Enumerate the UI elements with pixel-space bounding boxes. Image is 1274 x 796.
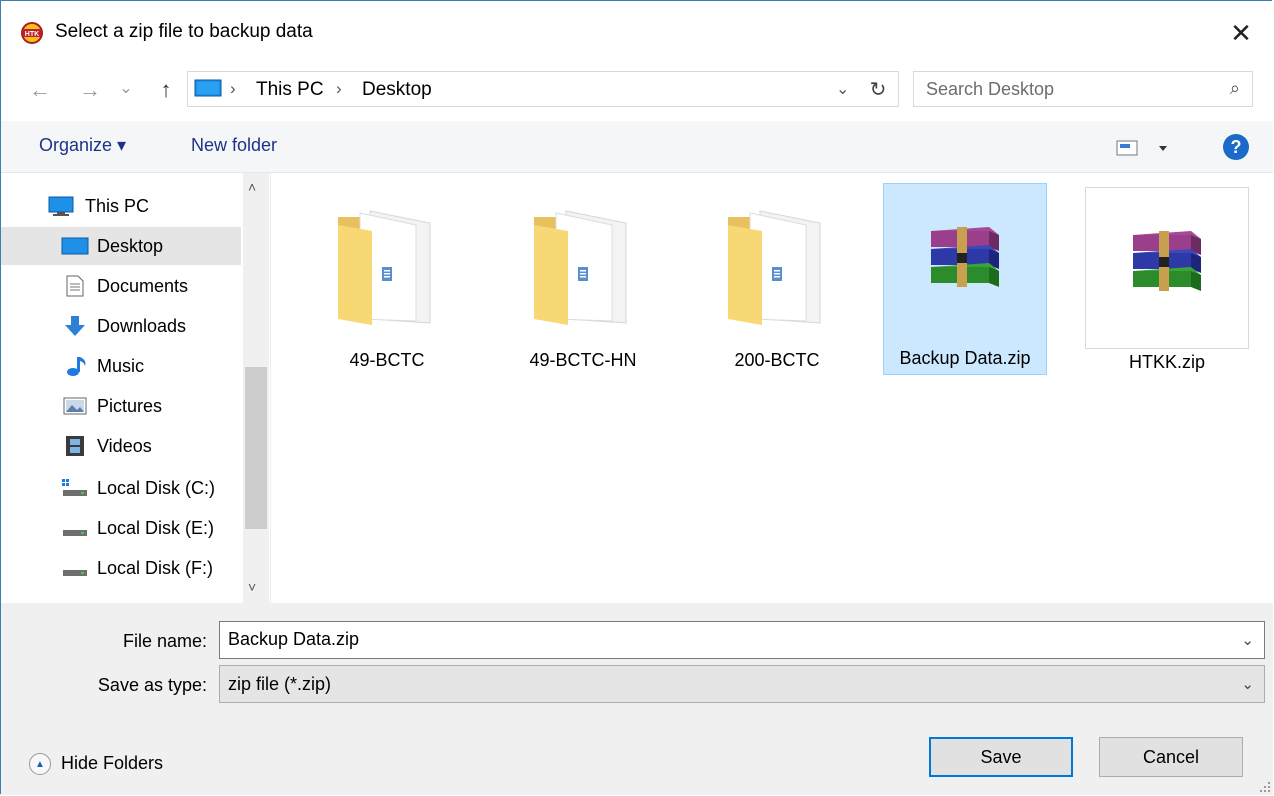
close-icon: ✕ xyxy=(1230,17,1252,48)
sidebar-item-local-disk-f[interactable]: Local Disk (F:) xyxy=(1,549,241,587)
back-arrow-icon: ← xyxy=(29,77,51,102)
cancel-button[interactable]: Cancel xyxy=(1099,737,1243,777)
chevron-down-icon[interactable]: ⌄ xyxy=(1241,631,1254,649)
breadcrumb-separator: › xyxy=(230,79,236,98)
file-name: 200-BCTC xyxy=(734,350,820,370)
save-dialog: HTK Select a zip file to backup data ✕ ←… xyxy=(0,0,1273,795)
folder-icon xyxy=(534,210,627,325)
window-title: Select a zip file to backup data xyxy=(55,21,313,42)
search-icon[interactable]: ⌕ xyxy=(1230,78,1240,99)
sidebar-item-videos[interactable]: Videos xyxy=(1,427,241,465)
drive-c-icon xyxy=(62,479,87,496)
winrar-archive-icon xyxy=(1133,231,1201,291)
desktop-icon xyxy=(194,79,222,97)
file-name: HTKK.zip xyxy=(1128,352,1206,372)
forward-button[interactable]: → xyxy=(77,77,103,103)
file-name-combobox[interactable]: ⌄ xyxy=(219,621,1265,659)
dialog-footer: File name: ⌄ Save as type: zip file (*.z… xyxy=(1,603,1273,795)
file-item-folder[interactable]: 49-BCTC-HN xyxy=(501,185,665,377)
breadcrumb-this-pc[interactable]: This PC xyxy=(256,79,324,101)
new-folder-button[interactable]: New folder xyxy=(191,135,277,156)
file-name: 49-BCTC xyxy=(349,350,425,370)
winrar-archive-icon xyxy=(931,227,999,287)
navigation-bar: ← → ⌄ ↑ › This PC › Desktop ⌄ ↻ ⌕ xyxy=(1,65,1273,121)
sidebar-item-label: Downloads xyxy=(97,316,187,336)
file-name: 49-BCTC-HN xyxy=(529,350,637,370)
sidebar-item-downloads[interactable]: Downloads xyxy=(1,307,241,345)
back-button[interactable]: ← xyxy=(27,77,53,103)
scroll-up-icon[interactable]: ˄ xyxy=(248,179,256,195)
folder-icon xyxy=(338,210,431,325)
svg-text:HTK: HTK xyxy=(25,31,39,38)
sidebar-item-label: Local Disk (F:) xyxy=(97,558,214,578)
file-name: Backup Data.zip xyxy=(899,348,1031,368)
file-name-input[interactable] xyxy=(228,629,1208,650)
collapse-up-icon: ▲ xyxy=(29,753,51,775)
resize-grip-icon[interactable] xyxy=(1259,781,1271,793)
documents-icon xyxy=(66,275,84,297)
scroll-down-icon[interactable]: ˅ xyxy=(248,579,256,595)
recent-locations-button[interactable]: ⌄ xyxy=(113,75,139,101)
desktop-icon xyxy=(61,237,89,255)
sidebar-item-pictures[interactable]: Pictures xyxy=(1,387,241,425)
pc-icon xyxy=(48,196,74,216)
close-button[interactable]: ✕ xyxy=(1223,15,1259,51)
breadcrumb-desktop[interactable]: Desktop xyxy=(362,79,432,101)
sidebar-item-label: This PC xyxy=(85,196,150,216)
sidebar-item-label: Desktop xyxy=(97,236,164,256)
save-type-select[interactable]: zip file (*.zip) ⌄ xyxy=(219,665,1265,703)
sidebar-item-this-pc[interactable]: This PC xyxy=(1,187,241,225)
sidebar-item-label: Music xyxy=(97,356,145,376)
address-dropdown-icon[interactable]: ⌄ xyxy=(836,79,849,99)
file-name-label: File name: xyxy=(122,631,207,651)
address-bar[interactable]: › This PC › Desktop ⌄ ↻ xyxy=(187,71,899,107)
music-icon xyxy=(67,357,86,376)
breadcrumb-separator: › xyxy=(336,79,342,98)
sidebar-item-label: Pictures xyxy=(97,396,163,416)
sidebar-scrollbar[interactable]: ˄ ˅ xyxy=(243,173,269,603)
sidebar-item-label: Local Disk (C:) xyxy=(97,478,216,498)
file-item-zip-selected[interactable]: Backup Data.zip xyxy=(883,183,1047,375)
title-bar: HTK Select a zip file to backup data ✕ xyxy=(1,1,1273,65)
folder-icon xyxy=(728,210,821,325)
search-input[interactable] xyxy=(926,78,1196,100)
app-icon: HTK xyxy=(21,22,43,44)
help-icon: ? xyxy=(1230,136,1242,157)
sidebar-item-label: Videos xyxy=(97,436,152,456)
search-box[interactable]: ⌕ xyxy=(913,71,1253,107)
sidebar-item-local-disk-e[interactable]: Local Disk (E:) xyxy=(1,509,241,547)
hide-folders-label: Hide Folders xyxy=(61,753,164,773)
chevron-down-icon: ⌄ xyxy=(119,80,133,97)
file-list: 49-BCTC 49-BCTC-HN 200-BCTC Backup Data.… xyxy=(271,173,1273,603)
forward-arrow-icon: → xyxy=(79,77,101,102)
sidebar-item-label: Documents xyxy=(97,276,189,296)
file-item-folder[interactable]: 49-BCTC xyxy=(305,185,469,377)
videos-icon xyxy=(66,436,84,456)
up-arrow-icon: ↑ xyxy=(160,77,172,102)
drive-icon xyxy=(63,530,87,536)
scrollbar-thumb[interactable] xyxy=(245,367,267,529)
navigation-pane: This PC Desktop Documents Downloads Musi… xyxy=(1,173,271,603)
up-button[interactable]: ↑ xyxy=(153,77,179,103)
file-item-folder[interactable]: 200-BCTC xyxy=(695,185,859,377)
refresh-icon[interactable]: ↻ xyxy=(864,76,892,102)
sidebar-item-label: Local Disk (E:) xyxy=(97,518,215,538)
downloads-icon xyxy=(65,316,85,336)
sidebar-item-music[interactable]: Music xyxy=(1,347,241,385)
sidebar-item-documents[interactable]: Documents xyxy=(1,267,241,305)
help-button[interactable]: ? xyxy=(1223,134,1249,160)
drive-icon xyxy=(63,570,87,576)
sidebar-item-local-disk-c[interactable]: Local Disk (C:) xyxy=(1,469,241,507)
sidebar-item-desktop[interactable]: Desktop xyxy=(1,227,241,265)
chevron-down-icon[interactable]: ⌄ xyxy=(1241,675,1254,693)
pictures-icon xyxy=(63,397,87,415)
save-type-value: zip file (*.zip) xyxy=(228,674,332,694)
command-bar: Organize ▾ New folder ? xyxy=(1,121,1273,173)
file-item-zip[interactable]: HTKK.zip xyxy=(1085,187,1249,372)
change-view-button[interactable] xyxy=(1115,137,1175,159)
save-button[interactable]: Save xyxy=(929,737,1073,777)
organize-button[interactable]: Organize ▾ xyxy=(39,135,126,156)
save-type-label: Save as type: xyxy=(97,675,207,695)
